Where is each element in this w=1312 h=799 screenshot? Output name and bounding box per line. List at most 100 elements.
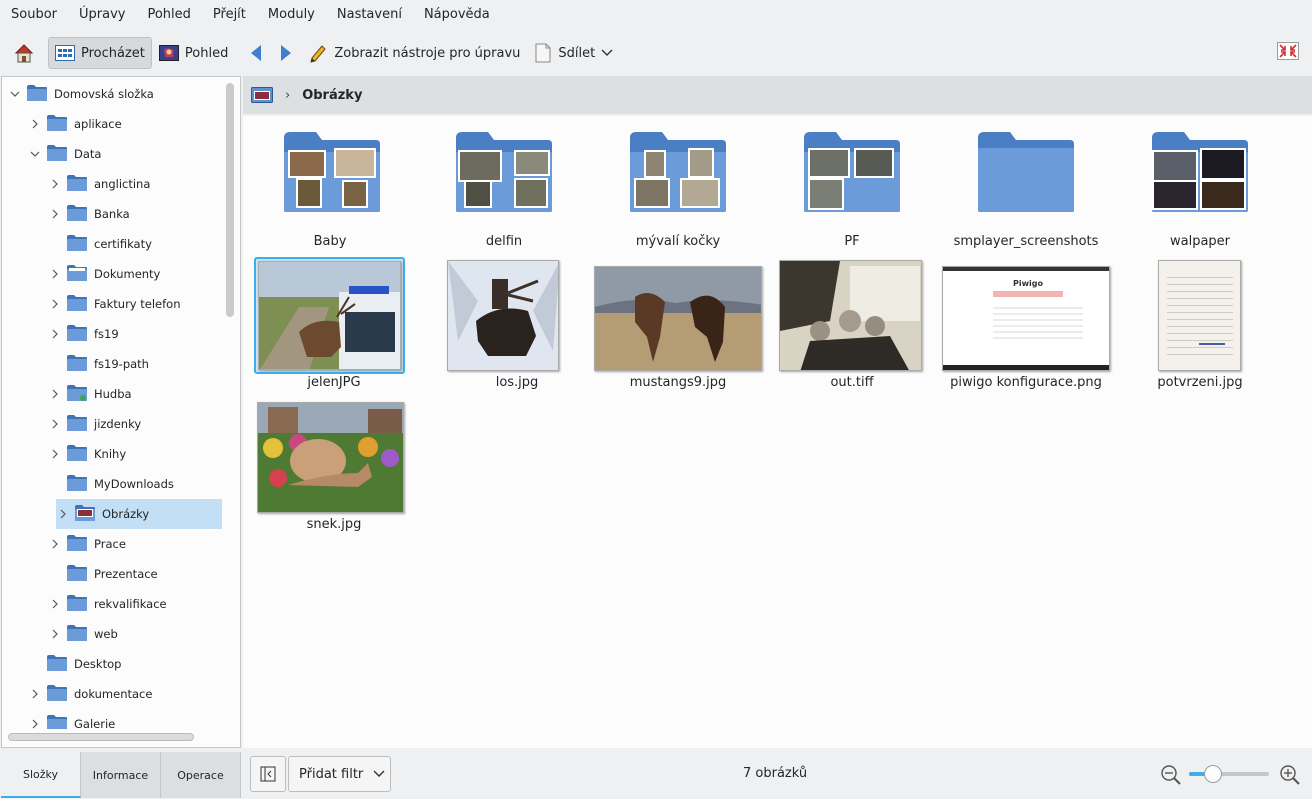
tree-item[interactable]: Obrázky	[56, 499, 222, 529]
chevron-down-icon[interactable]	[28, 147, 42, 161]
tree-item[interactable]: Hudba	[2, 379, 222, 409]
menu-settings[interactable]: Nastavení	[326, 0, 413, 30]
image-view-icon	[158, 45, 179, 61]
folder-thumbnail-icon	[284, 132, 380, 212]
folder-label: smplayer_screenshots	[953, 234, 1099, 249]
tree-item[interactable]: Banka	[2, 199, 222, 229]
menu-edit[interactable]: Úpravy	[68, 0, 136, 30]
chevron-right-icon[interactable]	[48, 297, 62, 311]
forward-button[interactable]	[271, 37, 301, 69]
document-lines	[1167, 271, 1233, 361]
tree-item[interactable]: anglictina	[2, 169, 222, 199]
fullscreen-icon	[1277, 42, 1299, 60]
chevron-right-icon[interactable]	[28, 717, 42, 729]
tree-item[interactable]: fs19-path	[2, 349, 222, 379]
pictures-folder-icon[interactable]	[251, 86, 273, 104]
tree-item[interactable]: aplikace	[2, 109, 222, 139]
chevron-right-icon[interactable]	[48, 417, 62, 431]
menu-file[interactable]: Soubor	[0, 0, 68, 30]
image-count: 7 obrázků	[743, 766, 808, 781]
back-button[interactable]	[241, 37, 271, 69]
tree-item-label: fs19-path	[94, 357, 149, 371]
file-label: snek.jpg	[306, 517, 362, 532]
image-thumbnail: Piwigo	[942, 266, 1110, 371]
menu-plugins[interactable]: Moduly	[257, 0, 326, 30]
old-photo-icon	[780, 261, 921, 370]
file-label: jelenJPG	[307, 375, 361, 390]
chevron-right-icon[interactable]	[48, 627, 62, 641]
tree-item-label: Desktop	[74, 657, 122, 671]
screenshot-form	[993, 303, 1083, 343]
tree-item[interactable]: Knihy	[2, 439, 222, 469]
tree-item[interactable]: rekvalifikace	[2, 589, 222, 619]
zoom-slider-handle[interactable]	[1204, 765, 1222, 783]
chevron-right-icon[interactable]	[48, 177, 62, 191]
tree-item[interactable]: Prace	[2, 529, 222, 559]
folder-icon	[66, 354, 88, 375]
folder-label: PF	[844, 234, 860, 249]
folder-icon	[66, 414, 88, 435]
menu-help[interactable]: Nápověda	[413, 0, 501, 30]
tab-operations[interactable]: Operace	[161, 752, 241, 798]
edit-tools-button[interactable]: Zobrazit nástroje pro úpravu	[301, 37, 527, 69]
chevron-right-icon[interactable]	[48, 597, 62, 611]
add-filter-button[interactable]: Přidat filtr	[288, 756, 391, 792]
tree-item[interactable]: Faktury telefon	[2, 289, 222, 319]
zoom-in-icon[interactable]	[1279, 764, 1301, 786]
tree-item-label: Data	[74, 147, 102, 161]
zoom-out-icon[interactable]	[1160, 764, 1182, 786]
tree-item[interactable]: Galerie	[2, 709, 222, 729]
folder-icon	[66, 324, 88, 345]
chevron-right-icon[interactable]	[56, 507, 70, 521]
tree-item[interactable]: Domovská složka	[2, 79, 222, 109]
home-button[interactable]	[6, 37, 42, 69]
file-label: potvrzeni.jpg	[1157, 375, 1243, 390]
tree-item[interactable]: dokumentace	[2, 679, 222, 709]
toggle-sidebar-button[interactable]	[250, 756, 286, 792]
image-thumbnail	[447, 260, 559, 371]
folder-icon	[66, 594, 88, 615]
moose-photo-icon	[448, 261, 558, 370]
view-button[interactable]: Pohled	[152, 37, 235, 69]
tree-vertical-scrollbar[interactable]	[226, 83, 234, 317]
chevron-right-icon[interactable]	[48, 537, 62, 551]
fullscreen-button[interactable]	[1274, 37, 1302, 65]
tab-folders[interactable]: Složky	[1, 752, 81, 798]
tree-item[interactable]: Desktop	[2, 649, 222, 679]
breadcrumb-current[interactable]: Obrázky	[302, 88, 362, 103]
menu-view[interactable]: Pohled	[136, 0, 201, 30]
tree-horizontal-scrollbar[interactable]	[8, 733, 194, 741]
folder-label: walpaper	[1169, 234, 1231, 249]
tree-item[interactable]: MyDownloads	[2, 469, 222, 499]
chevron-down-icon[interactable]	[8, 87, 22, 101]
tree-item-label: fs19	[94, 327, 119, 341]
snail-photo-icon	[258, 403, 403, 512]
share-button[interactable]: Sdílet	[527, 37, 620, 69]
document-share-icon	[535, 43, 551, 63]
screenshot-banner	[993, 291, 1063, 297]
chevron-right-icon[interactable]	[28, 687, 42, 701]
chevron-right-icon[interactable]	[48, 267, 62, 281]
chevron-right-icon[interactable]	[28, 117, 42, 131]
browse-label: Procházet	[81, 45, 145, 61]
folder-icon	[66, 264, 88, 285]
folder-label: mývalí kočky	[635, 234, 721, 249]
tab-info[interactable]: Informace	[81, 752, 161, 798]
tree-item[interactable]: fs19	[2, 319, 222, 349]
tree-item[interactable]: Prezentace	[2, 559, 222, 589]
folder-icon	[26, 84, 48, 105]
tree-item[interactable]: certifikaty	[2, 229, 222, 259]
chevron-right-icon[interactable]	[48, 207, 62, 221]
folder-thumbnail-icon	[456, 132, 552, 212]
chevron-right-icon[interactable]	[48, 387, 62, 401]
thumbnail-grid: Baby delfin mývalí kočky PF smplayer_scr…	[243, 116, 1312, 748]
tree-item[interactable]: Data	[2, 139, 222, 169]
tree-item[interactable]: Dokumenty	[2, 259, 222, 289]
tree-item[interactable]: jizdenky	[2, 409, 222, 439]
browse-button[interactable]: Procházet	[48, 37, 152, 69]
chevron-right-icon[interactable]	[48, 447, 62, 461]
tree-item[interactable]: web	[2, 619, 222, 649]
chevron-right-icon[interactable]	[48, 327, 62, 341]
menu-go[interactable]: Přejít	[202, 0, 257, 30]
